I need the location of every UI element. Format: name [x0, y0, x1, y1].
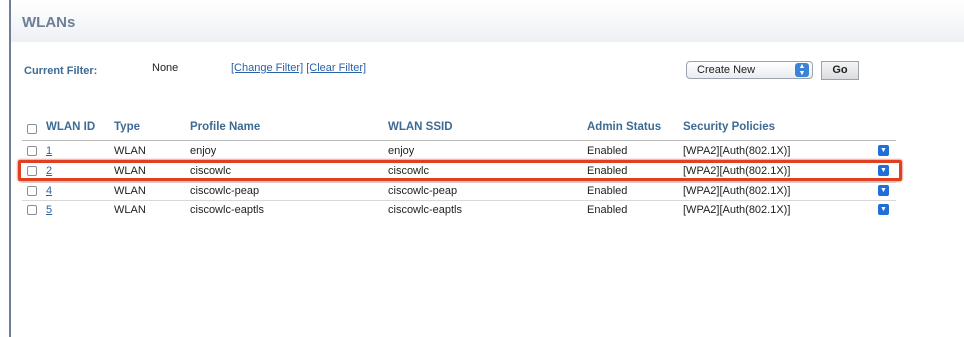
profile-name: enjoy — [190, 145, 217, 157]
chevron-down-icon[interactable]: ▼ — [878, 185, 889, 196]
admin-status: Enabled — [587, 145, 628, 157]
title-band — [11, 0, 964, 42]
header-type: Type — [114, 121, 140, 133]
security-policies: [WPA2][Auth(802.1X)] — [683, 185, 791, 197]
wlan-type: WLAN — [114, 185, 146, 197]
wlan-ssid: enjoy — [388, 145, 415, 157]
admin-status: Enabled — [587, 204, 628, 216]
wlan-type: WLAN — [114, 145, 146, 157]
wlan-id-link[interactable]: 1 — [46, 143, 52, 159]
select-all-checkbox[interactable] — [27, 124, 37, 134]
security-policies: [WPA2][Auth(802.1X)] — [683, 204, 791, 216]
change-filter-link[interactable]: [Change Filter] — [231, 62, 303, 74]
header-wlan-id: WLAN ID — [46, 121, 96, 133]
admin-status: Enabled — [587, 185, 628, 197]
header-profile-name: Profile Name — [190, 121, 261, 133]
row-checkbox[interactable] — [27, 186, 37, 196]
updown-arrows-icon: ▲ ▼ — [795, 63, 809, 77]
create-new-select[interactable]: Create New ▲ ▼ — [686, 61, 813, 79]
create-new-select-value: Create New — [697, 64, 756, 76]
go-button[interactable]: Go — [821, 61, 859, 80]
row-highlight-box — [18, 160, 902, 181]
row-checkbox[interactable] — [27, 205, 37, 215]
chevron-down-icon[interactable]: ▼ — [878, 145, 889, 156]
header-divider — [22, 140, 896, 141]
header-security-policies: Security Policies — [683, 121, 776, 133]
filter-links: [Change Filter] [Clear Filter] — [231, 62, 366, 74]
wlan-id-link[interactable]: 4 — [46, 183, 52, 199]
chevron-down-icon[interactable]: ▼ — [878, 204, 889, 215]
wlan-ssid: ciscowlc-peap — [388, 185, 458, 197]
wlan-type: WLAN — [114, 204, 146, 216]
profile-name: ciscowlc-peap — [190, 185, 260, 197]
row-checkbox[interactable] — [27, 146, 37, 156]
page-title: WLANs — [22, 14, 76, 31]
current-filter-label: Current Filter: — [24, 65, 98, 77]
profile-name: ciscowlc-eaptls — [190, 204, 264, 216]
header-admin-status: Admin Status — [587, 121, 662, 133]
table-row: 4 WLAN ciscowlc-peap ciscowlc-peap Enabl… — [0, 183, 964, 199]
table-row: 5 WLAN ciscowlc-eaptls ciscowlc-eaptls E… — [0, 202, 964, 218]
wlan-ssid: ciscowlc-eaptls — [388, 204, 462, 216]
header-wlan-ssid: WLAN SSID — [388, 121, 453, 133]
current-filter-value: None — [152, 62, 179, 74]
wlan-id-link[interactable]: 5 — [46, 202, 52, 218]
security-policies: [WPA2][Auth(802.1X)] — [683, 145, 791, 157]
row-divider — [22, 200, 896, 201]
table-row: 1 WLAN enjoy enjoy Enabled [WPA2][Auth(8… — [0, 143, 964, 159]
clear-filter-link[interactable]: [Clear Filter] — [306, 62, 366, 74]
